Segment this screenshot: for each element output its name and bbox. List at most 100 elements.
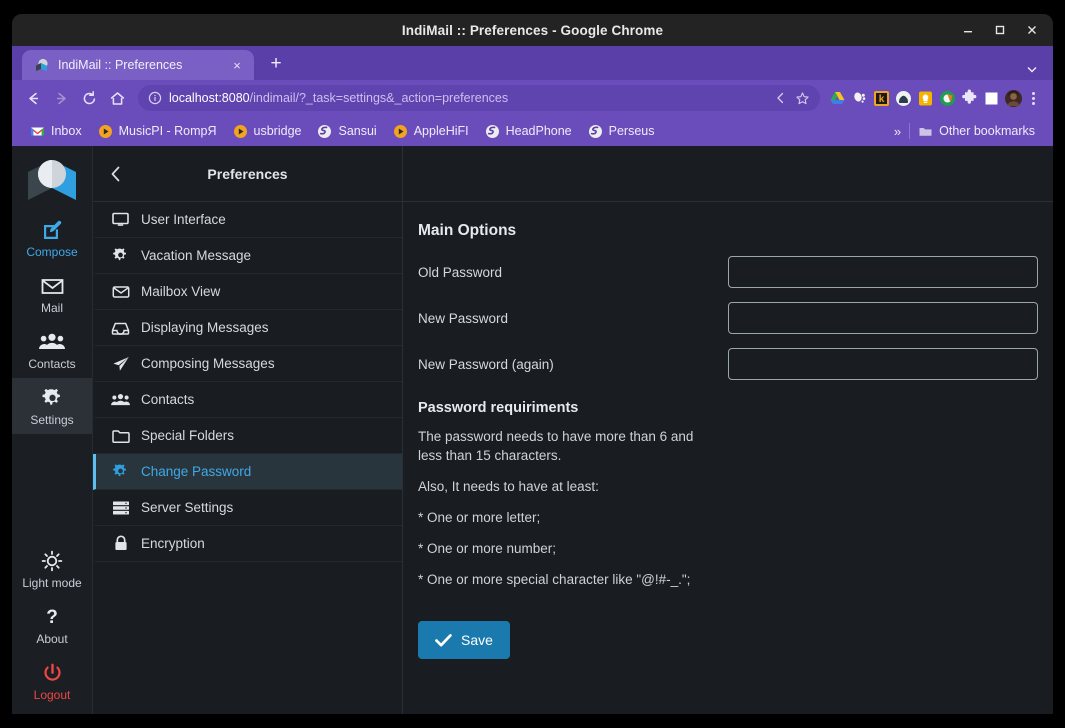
rail-item-label: Contacts bbox=[28, 357, 76, 371]
profile-avatar[interactable] bbox=[1004, 89, 1023, 108]
chrome-menu-icon[interactable] bbox=[1026, 89, 1045, 108]
pref-item-change-password[interactable]: Change Password bbox=[93, 454, 402, 490]
field-label: New Password bbox=[418, 310, 509, 326]
rail-item-label: Compose bbox=[26, 245, 78, 259]
info-circle-icon[interactable] bbox=[148, 91, 162, 105]
pref-item-label: Composing Messages bbox=[141, 356, 275, 371]
compose-pencil-icon bbox=[12, 218, 92, 242]
rail-item-mail[interactable]: Mail bbox=[12, 266, 92, 322]
gnome-foot-icon[interactable] bbox=[850, 89, 869, 108]
rail-item-label: Settings bbox=[30, 413, 74, 427]
minimize-icon[interactable] bbox=[953, 15, 983, 45]
bookmark-label: Perseus bbox=[608, 124, 655, 138]
bookmark-usbridge[interactable]: usbridge bbox=[225, 122, 310, 141]
main-panel: Main Options Old Password New Password N… bbox=[403, 146, 1053, 714]
preferences-header: Preferences bbox=[93, 146, 402, 202]
puzzle-extensions-icon[interactable] bbox=[960, 89, 979, 108]
rail-item-label: Light mode bbox=[22, 576, 82, 590]
app-rail: Compose Mail Contacts Settings Light mod… bbox=[12, 146, 93, 714]
pref-item-mailbox-view[interactable]: Mailbox View bbox=[93, 274, 402, 310]
pref-item-encryption[interactable]: Encryption bbox=[93, 526, 402, 562]
people-icon bbox=[111, 392, 130, 408]
password-requirements-title: Password requiriments bbox=[418, 400, 579, 416]
pref-item-vacation-message[interactable]: Vacation Message bbox=[93, 238, 402, 274]
globe-icon bbox=[588, 124, 603, 139]
new-tab-button[interactable]: + bbox=[262, 50, 290, 78]
pref-item-special-folders[interactable]: Special Folders bbox=[93, 418, 402, 454]
field-new-password-again: New Password (again) bbox=[418, 348, 1053, 380]
change-password-form: Main Options Old Password New Password N… bbox=[403, 202, 1053, 714]
square-icon[interactable] bbox=[982, 89, 1001, 108]
chevron-left-icon[interactable] bbox=[93, 165, 139, 183]
other-bookmarks-label: Other bookmarks bbox=[939, 124, 1035, 138]
ring-icon[interactable] bbox=[938, 89, 957, 108]
helmet-icon[interactable] bbox=[894, 89, 913, 108]
tab-indimail-preferences[interactable]: IndiMail :: Preferences × bbox=[22, 50, 254, 80]
window-title: IndiMail :: Preferences - Google Chrome bbox=[401, 22, 664, 38]
other-bookmarks-button[interactable]: Other bookmarks bbox=[910, 122, 1043, 141]
bookmarks-overflow-button[interactable]: » bbox=[886, 124, 909, 139]
pref-item-contacts[interactable]: Contacts bbox=[93, 382, 402, 418]
lightbulb-icon[interactable] bbox=[916, 89, 935, 108]
bookmark-headphone[interactable]: HeadPhone bbox=[477, 122, 580, 141]
svg-text:k: k bbox=[879, 94, 885, 105]
rail-item-contacts[interactable]: Contacts bbox=[12, 322, 92, 378]
check-icon bbox=[435, 633, 452, 648]
bookmarks-bar: Inbox MusicPI - RompЯ usbridge Sansui Ap… bbox=[12, 116, 1053, 146]
rail-item-compose[interactable]: Compose bbox=[12, 210, 92, 266]
requirement-line: Also, It needs to have at least: bbox=[418, 479, 599, 494]
star-icon[interactable] bbox=[795, 91, 810, 106]
pref-item-server-settings[interactable]: Server Settings bbox=[93, 490, 402, 526]
bookmark-label: Sansui bbox=[338, 124, 377, 138]
pref-item-composing-messages[interactable]: Composing Messages bbox=[93, 346, 402, 382]
pref-item-label: Contacts bbox=[141, 392, 195, 407]
new-password-input[interactable] bbox=[728, 302, 1038, 334]
share-icon[interactable] bbox=[774, 91, 788, 105]
k-badge-icon[interactable]: k bbox=[872, 89, 891, 108]
envelope-icon bbox=[12, 274, 92, 298]
rail-item-about[interactable]: ? About bbox=[12, 597, 92, 653]
bookmark-sansui[interactable]: Sansui bbox=[309, 122, 384, 141]
back-icon[interactable] bbox=[20, 85, 46, 111]
rail-item-label: About bbox=[36, 632, 68, 646]
new-password-again-input[interactable] bbox=[728, 348, 1038, 380]
bookmark-label: usbridge bbox=[253, 124, 302, 138]
reload-icon[interactable] bbox=[76, 85, 102, 111]
rail-item-logout[interactable]: Logout bbox=[12, 653, 92, 714]
maximize-icon[interactable] bbox=[985, 15, 1015, 45]
folder-icon bbox=[111, 428, 130, 444]
requirement-line: * One or more number; bbox=[418, 541, 557, 556]
home-icon[interactable] bbox=[104, 85, 130, 111]
address-bar[interactable]: localhost:8080/indimail/?_task=settings&… bbox=[138, 85, 820, 111]
bookmark-applehifi[interactable]: AppleHiFI bbox=[385, 122, 477, 141]
rail-item-light-mode[interactable]: Light mode bbox=[12, 541, 92, 597]
pref-item-displaying-messages[interactable]: Displaying Messages bbox=[93, 310, 402, 346]
preferences-list-panel: Preferences User Interface Vacation Mess… bbox=[93, 146, 403, 714]
url-host: localhost:8080 bbox=[169, 91, 250, 105]
tab-close-icon[interactable]: × bbox=[228, 56, 246, 74]
bookmark-musicpi-rompr[interactable]: MusicPI - RompЯ bbox=[90, 122, 225, 141]
close-icon[interactable] bbox=[1017, 15, 1047, 45]
save-button[interactable]: Save bbox=[418, 621, 510, 659]
gear-icon bbox=[111, 247, 130, 264]
svg-text:?: ? bbox=[46, 607, 58, 628]
pref-item-label: Encryption bbox=[141, 536, 205, 551]
google-drive-icon[interactable] bbox=[828, 89, 847, 108]
bookmark-label: HeadPhone bbox=[505, 124, 572, 138]
bookmark-perseus[interactable]: Perseus bbox=[580, 122, 663, 141]
save-button-label: Save bbox=[461, 632, 493, 648]
gear-icon bbox=[111, 463, 130, 480]
server-icon bbox=[111, 500, 130, 516]
requirement-line: * One or more special character like "@!… bbox=[418, 572, 691, 587]
bookmark-inbox[interactable]: Inbox bbox=[22, 122, 90, 141]
tabstrip-menu-icon[interactable] bbox=[1025, 62, 1039, 76]
field-label: New Password (again) bbox=[418, 356, 554, 372]
rail-item-settings[interactable]: Settings bbox=[12, 378, 92, 434]
pref-item-user-interface[interactable]: User Interface bbox=[93, 202, 402, 238]
page-content: Compose Mail Contacts Settings Light mod… bbox=[12, 146, 1053, 714]
old-password-input[interactable] bbox=[728, 256, 1038, 288]
question-mark-icon: ? bbox=[12, 605, 92, 629]
indimail-favicon bbox=[34, 57, 50, 73]
bookmark-label: MusicPI - RompЯ bbox=[118, 124, 217, 138]
forward-icon[interactable] bbox=[48, 85, 74, 111]
